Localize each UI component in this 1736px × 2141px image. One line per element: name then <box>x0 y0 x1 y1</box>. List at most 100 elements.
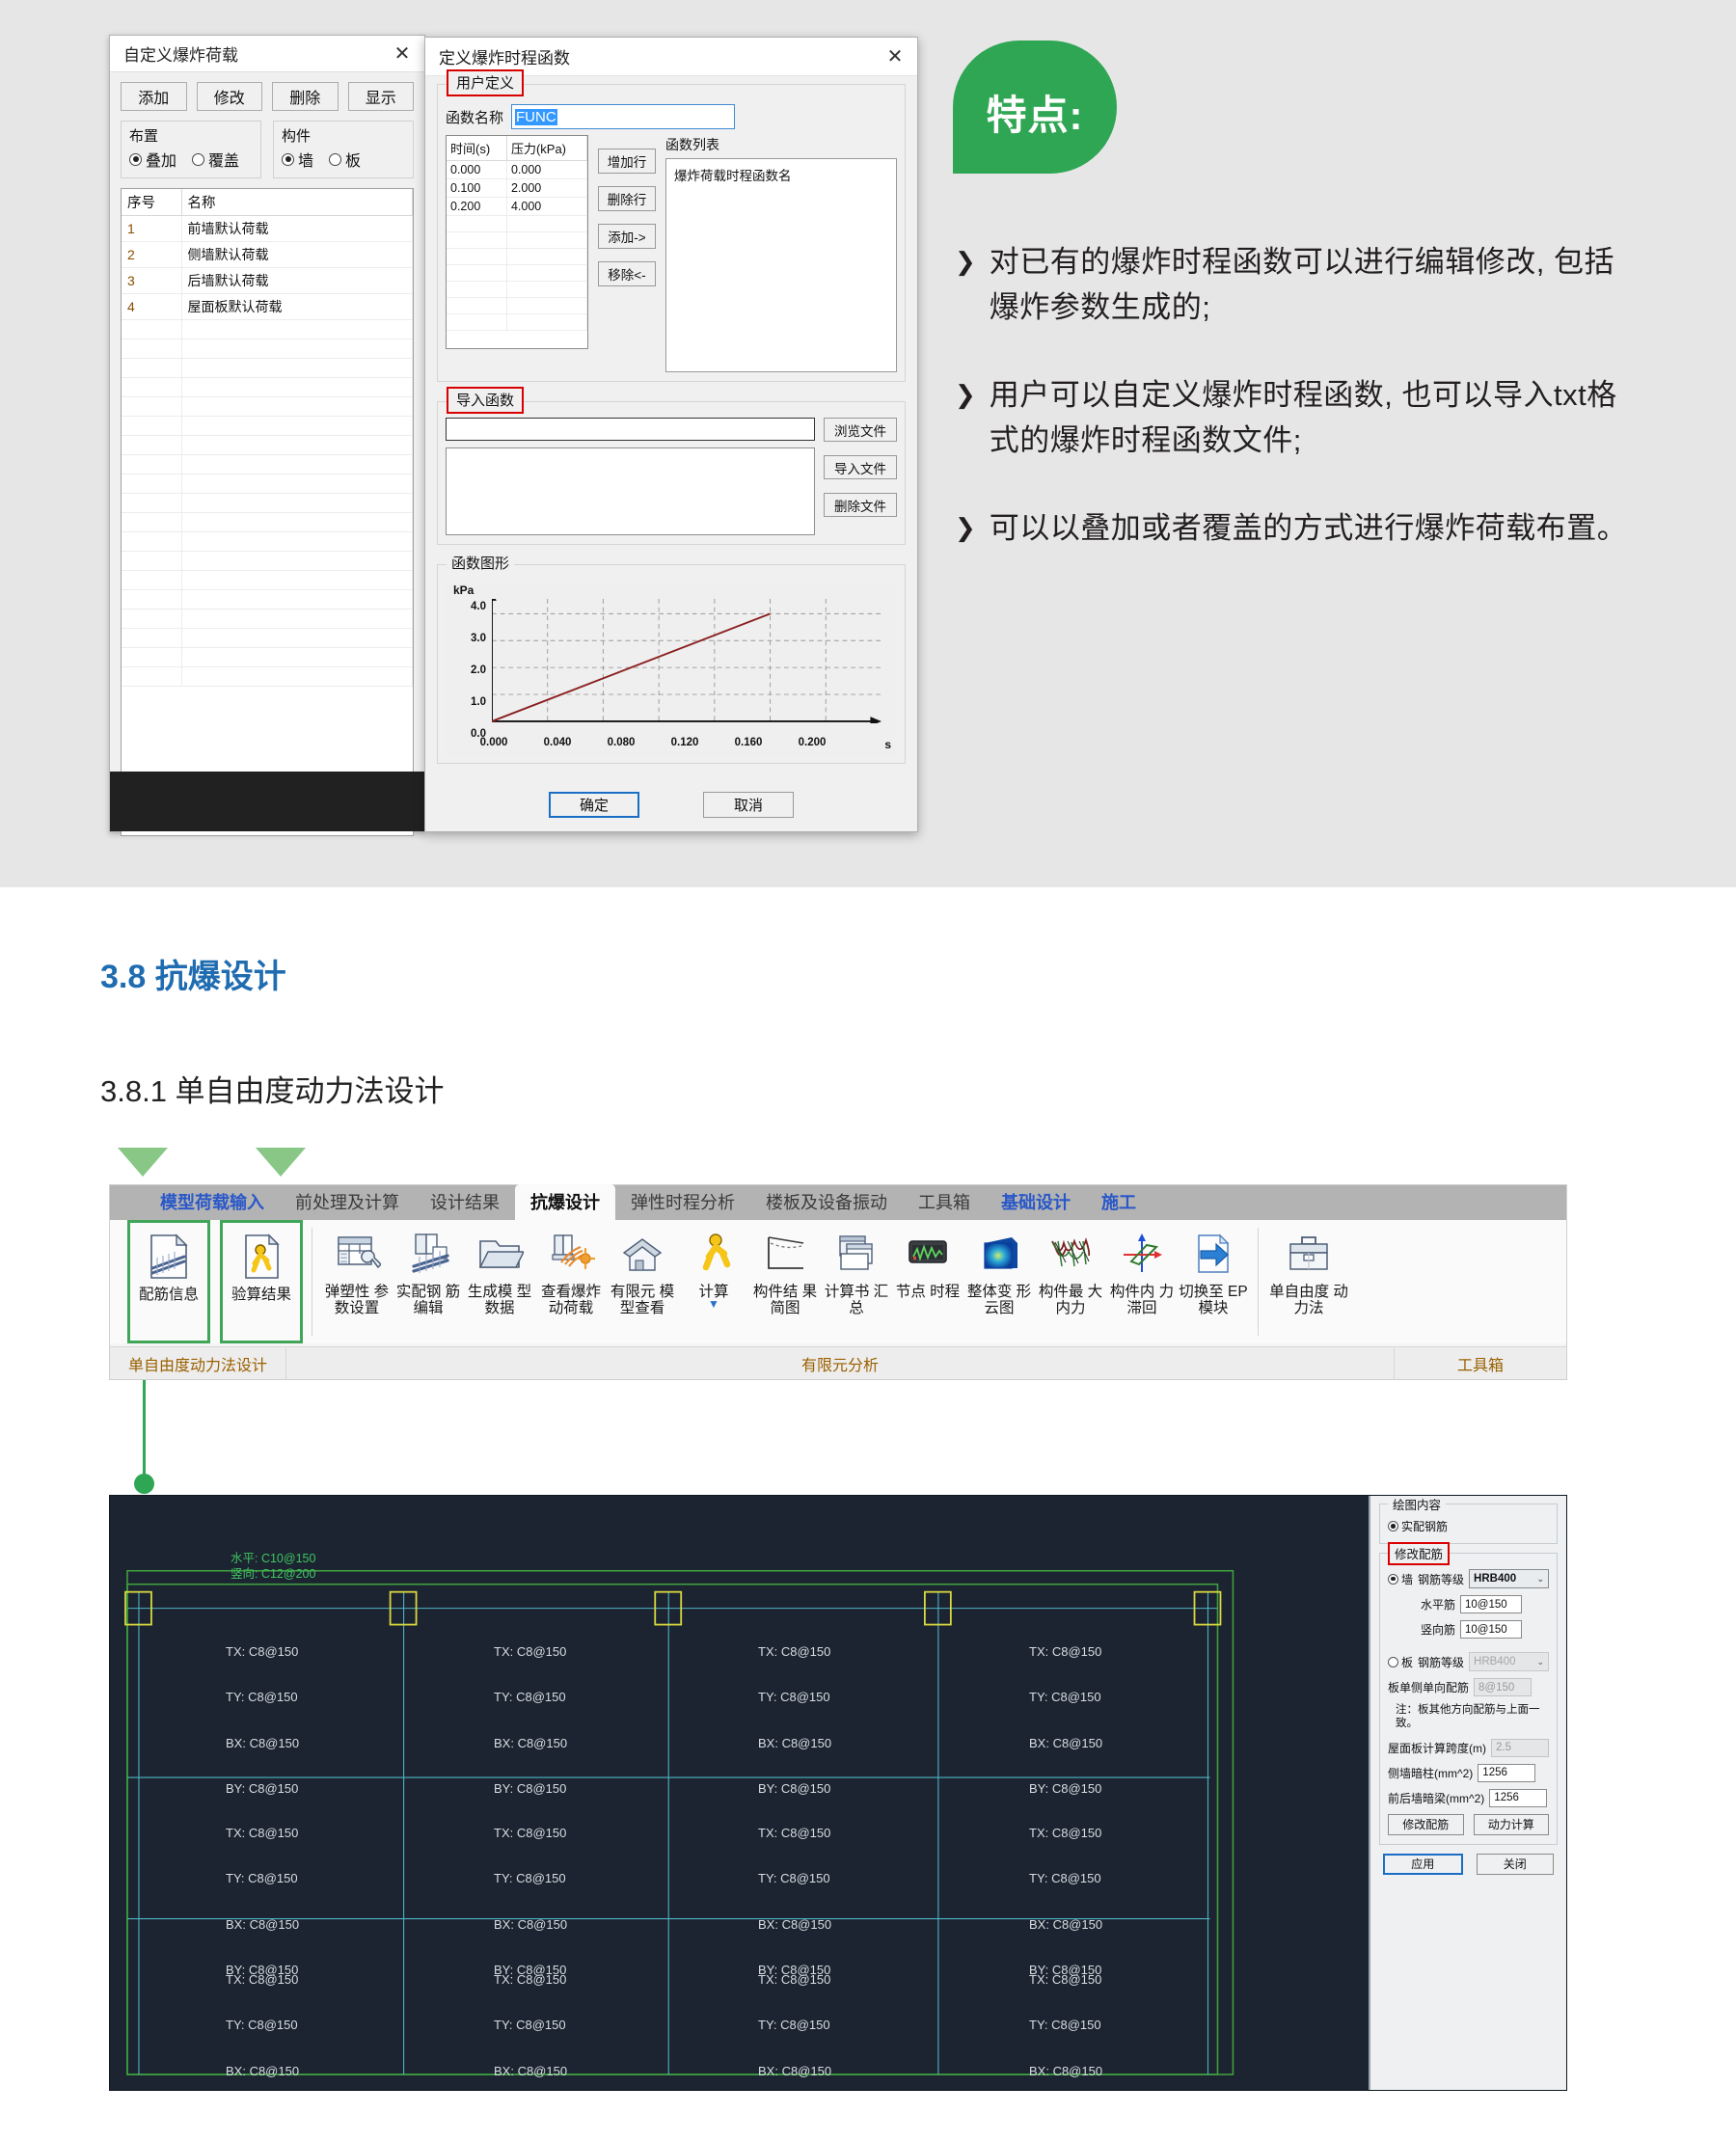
ribbon-item-label: 构件结 果简图 <box>752 1284 818 1317</box>
slab-grade-select[interactable]: HRB400 ⌄ <box>1469 1652 1549 1671</box>
ribbon-item-node-time-history[interactable]: 节点 时程 <box>892 1220 963 1343</box>
ribbon-item-view-blast-load[interactable]: 查看爆炸 动荷载 <box>535 1220 607 1343</box>
ribbon-item-sdof-dynamic[interactable]: 单自由度 动力法 <box>1267 1220 1350 1343</box>
imported-files-list[interactable] <box>446 447 815 535</box>
add-row-button[interactable]: 增加行 <box>598 149 656 174</box>
show-button[interactable]: 显示 <box>347 82 414 111</box>
tab-floor-equipment-vibration[interactable]: 楼板及设备振动 <box>750 1184 903 1220</box>
time-pressure-table[interactable]: 时间(s) 压力(kPa) 0.000 0.000 0.100 2.000 0.… <box>446 135 588 349</box>
radio-slab[interactable]: 板 <box>1388 1654 1413 1670</box>
col-header-index: 序号 <box>122 189 182 216</box>
radio-overlay-label: 叠加 <box>146 153 177 170</box>
tab-model-load-input[interactable]: 模型荷载输入 <box>145 1184 280 1220</box>
ribbon-item-elastoplastic-params[interactable]: 弹塑性 参数设置 <box>321 1220 393 1343</box>
member-group: 构件 墙 板 <box>273 121 414 178</box>
tab-elastic-time-history[interactable]: 弹性时程分析 <box>615 1184 750 1220</box>
cell-time: 0.100 <box>447 178 507 198</box>
ribbon-item-calc-book-summary[interactable]: 计算书 汇总 <box>821 1220 892 1343</box>
function-list-item[interactable]: 爆炸荷载时程函数名 <box>674 165 888 184</box>
slab-rebar-label: TX: C8@150 TY: C8@150 BX: C8@150 BY: C8@… <box>494 1941 567 2090</box>
ribbon-item-calculate[interactable]: 计算 ▼ <box>678 1220 749 1343</box>
file-path-input[interactable] <box>446 418 815 441</box>
add-button[interactable]: 添加 <box>121 82 187 111</box>
radio-slab[interactable]: 板 <box>329 148 361 171</box>
label-ty: TY: C8@150 <box>494 1871 566 1886</box>
horizontal-rebar-input[interactable]: 10@150 <box>1460 1595 1523 1613</box>
ribbon-item-label: 有限元 模型查看 <box>610 1284 675 1317</box>
tab-foundation-design[interactable]: 基础设计 <box>986 1184 1086 1220</box>
delete-file-button[interactable]: 删除文件 <box>824 493 897 517</box>
dynamic-calc-button[interactable]: 动力计算 <box>1473 1813 1549 1835</box>
ribbon-item-generate-model[interactable]: 生成模 型数据 <box>464 1220 535 1343</box>
pointer-arrow-icon <box>118 1148 168 1177</box>
ribbon-item-switch-ep-module[interactable]: 切换至 EP模块 <box>1178 1220 1249 1343</box>
tab-toolbox[interactable]: 工具箱 <box>903 1184 986 1220</box>
horizontal-rebar-label: 水平筋 <box>1421 1598 1456 1612</box>
table-row[interactable]: 3 后墙默认荷载 <box>122 267 413 294</box>
tab-construction[interactable]: 施工 <box>1086 1184 1152 1220</box>
ribbon-item-member-max-force[interactable]: 构件最 大内力 <box>1035 1220 1106 1343</box>
table-row[interactable]: 0.100 2.000 <box>447 178 588 198</box>
wall-grade-select[interactable]: HRB400 ⌄ <box>1469 1569 1549 1588</box>
radio-actual-rebar[interactable]: 实配钢筋 <box>1388 1518 1549 1534</box>
tab-design-results[interactable]: 设计结果 <box>415 1184 515 1220</box>
ribbon-item-rebar-edit[interactable]: 实配钢 筋编辑 <box>393 1220 464 1343</box>
roof-span-input[interactable]: 2.5 <box>1491 1738 1549 1757</box>
ribbon-item-member-hysteresis[interactable]: 构件内 力滞回 <box>1106 1220 1178 1343</box>
delete-row-button[interactable]: 删除行 <box>598 186 656 211</box>
beam-input[interactable]: 1256 <box>1489 1788 1548 1807</box>
vertical-rebar-input[interactable]: 10@150 <box>1460 1620 1523 1639</box>
radio-cover[interactable]: 覆盖 <box>192 148 239 171</box>
apply-button[interactable]: 应用 <box>1383 1853 1463 1875</box>
label-ty: TY: C8@150 <box>1029 1690 1101 1705</box>
close-icon[interactable]: ✕ <box>386 40 419 68</box>
cell-name: 后墙默认荷载 <box>181 267 413 294</box>
tab-preprocess-calc[interactable]: 前处理及计算 <box>280 1184 415 1220</box>
close-button[interactable]: 关闭 <box>1476 1853 1554 1875</box>
radio-overlay[interactable]: 叠加 <box>129 148 176 171</box>
chevron-down-icon: ⌄ <box>1536 1656 1544 1667</box>
function-name-input[interactable]: FUNC <box>511 104 735 129</box>
table-row[interactable]: 0.000 0.000 <box>447 160 588 179</box>
chevron-down-icon[interactable]: ▼ <box>708 1299 719 1311</box>
vertical-rebar-label: 竖向筋 <box>1421 1623 1456 1637</box>
slab-single-input[interactable]: 8@150 <box>1474 1678 1533 1696</box>
slab-grade-value: HRB400 <box>1474 1656 1516 1667</box>
close-icon[interactable]: ✕ <box>879 42 911 71</box>
radio-dot-icon <box>129 152 142 166</box>
cancel-button[interactable]: 取消 <box>703 792 794 818</box>
ribbon-item-fea-model-view[interactable]: 有限元 模型查看 <box>607 1220 678 1343</box>
feature-badge-label: 特点: <box>986 92 1084 138</box>
browse-file-button[interactable]: 浏览文件 <box>824 418 897 442</box>
tab-blast-design[interactable]: 抗爆设计 <box>515 1184 615 1220</box>
modify-button[interactable]: 修改 <box>196 82 262 111</box>
modify-rebar-button[interactable]: 修改配筋 <box>1388 1813 1464 1835</box>
add-to-list-button[interactable]: 添加-> <box>598 224 656 249</box>
ribbon-group-toolbox: 单自由度 动力法 <box>1267 1220 1350 1343</box>
ribbon-item-label: 弹塑性 参数设置 <box>324 1284 390 1317</box>
function-list-box[interactable]: 爆炸荷载时程函数名 <box>665 158 897 372</box>
dialog2-title: 定义爆炸时程函数 <box>439 49 570 68</box>
table-row-empty <box>447 281 588 298</box>
import-function-legend: 导入函数 <box>447 387 525 414</box>
table-row[interactable]: 2 侧墙默认荷载 <box>122 241 413 268</box>
ribbon-item-check-result[interactable]: 验算结果 <box>220 1220 303 1343</box>
cell-name: 屋面板默认荷载 <box>181 293 413 320</box>
load-list-table[interactable]: 序号 名称 1 前墙默认荷载 2 侧墙默认荷载 3 后墙默认荷载 4 屋面板默认… <box>121 188 414 836</box>
ribbon-item-rebar-info[interactable]: 配筋信息 <box>127 1220 210 1343</box>
radio-wall[interactable]: 墙 <box>282 148 313 171</box>
ribbon-item-global-deform-contour[interactable]: 整体变 形云图 <box>963 1220 1035 1343</box>
table-row[interactable]: 4 屋面板默认荷载 <box>122 293 413 320</box>
ok-button[interactable]: 确定 <box>549 792 639 818</box>
remove-from-list-button[interactable]: 移除<- <box>598 261 656 286</box>
radio-wall[interactable]: 墙 <box>1388 1571 1413 1587</box>
cad-drawing-view[interactable]: 水平: C10@150 竖向: C12@200 TX: C8@150 TY: C… <box>109 1495 1567 2091</box>
table-row[interactable]: 1 前墙默认荷载 <box>122 215 413 242</box>
ribbon-item-member-result-diagram[interactable]: 构件结 果简图 <box>749 1220 821 1343</box>
waveform-icon <box>904 1226 952 1282</box>
side-column-input[interactable]: 1256 <box>1478 1763 1536 1782</box>
import-file-button[interactable]: 导入文件 <box>824 455 897 479</box>
delete-button[interactable]: 删除 <box>272 82 339 111</box>
table-row[interactable]: 0.200 4.000 <box>447 197 588 216</box>
modify-rebar-group: 修改配筋 墙 钢筋等级 HRB400 ⌄ 水平筋 10@150 竖向筋 10@1… <box>1379 1542 1558 1845</box>
